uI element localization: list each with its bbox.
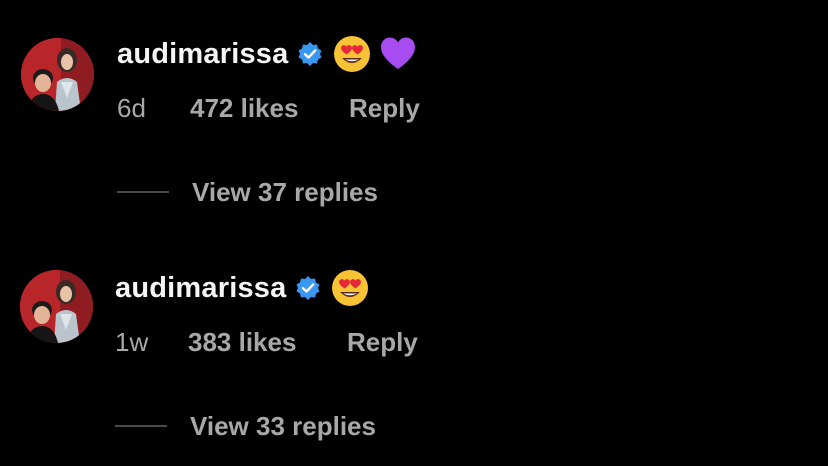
username[interactable]: audimarissa [117, 38, 288, 71]
timestamp: 1w [115, 326, 149, 357]
avatar[interactable] [21, 38, 94, 111]
view-replies-label: View 33 replies [190, 410, 376, 441]
divider-line [115, 425, 167, 427]
comment-meta: 1w 383 likes Reply [115, 326, 418, 358]
view-replies-label: View 37 replies [192, 176, 378, 207]
avatar-photo [21, 38, 94, 111]
comment-header: audimarissa [117, 33, 417, 75]
timestamp: 6d [117, 92, 146, 123]
comment-header: audimarissa [115, 267, 369, 309]
reply-button[interactable]: Reply [349, 93, 420, 124]
comment-meta: 6d 472 likes Reply [117, 92, 420, 124]
heart-eyes-emoji-icon [333, 35, 371, 73]
verified-badge-icon [297, 41, 323, 67]
verified-badge-icon [295, 275, 321, 301]
view-replies-button[interactable]: View 37 replies [117, 176, 378, 208]
likes-count[interactable]: 472 likes [190, 93, 349, 124]
avatar-photo [20, 270, 93, 343]
divider-line [117, 191, 169, 193]
heart-eyes-emoji-icon [331, 269, 369, 307]
avatar[interactable] [20, 270, 93, 343]
username[interactable]: audimarissa [115, 272, 286, 305]
purple-heart-emoji-icon [379, 35, 417, 73]
reply-button[interactable]: Reply [347, 327, 418, 358]
likes-count[interactable]: 383 likes [188, 327, 347, 358]
view-replies-button[interactable]: View 33 replies [115, 410, 376, 442]
